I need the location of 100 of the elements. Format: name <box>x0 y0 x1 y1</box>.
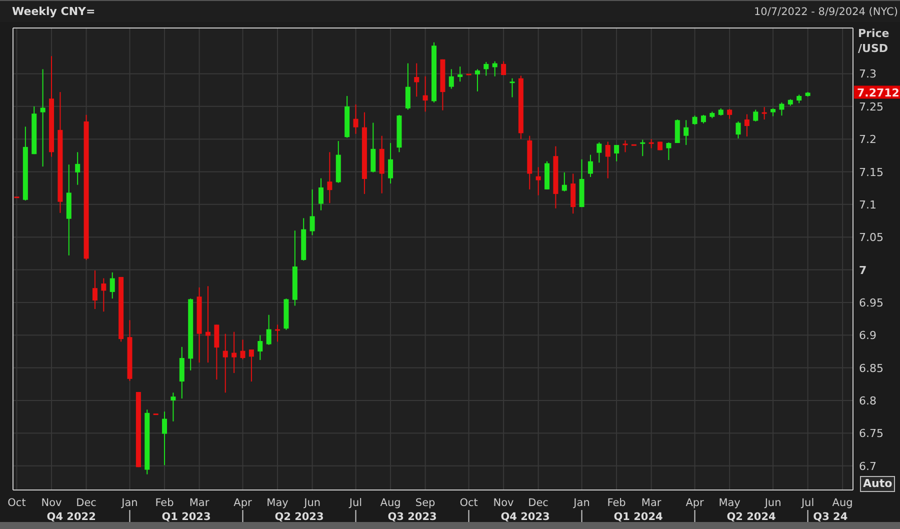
candlestick <box>258 334 263 360</box>
month-label: Mar <box>189 497 210 509</box>
month-label: Apr <box>234 497 252 509</box>
candlestick <box>405 62 410 110</box>
candlestick <box>440 58 446 111</box>
candlestick <box>448 68 454 90</box>
candlestick <box>353 104 358 134</box>
month-label: Nov <box>493 497 514 509</box>
candlestick <box>396 114 402 153</box>
axis-title: Price /USD <box>858 26 890 56</box>
candlestick <box>284 298 289 330</box>
candlestick <box>492 60 498 77</box>
candlestick <box>32 106 37 155</box>
quarter-label: Q1 2023 <box>162 511 211 522</box>
quarter-label: Q2 2023 <box>274 511 324 522</box>
candlestick <box>779 102 784 116</box>
candlestick <box>414 62 420 98</box>
month-label: Jan <box>122 497 138 509</box>
candlestick <box>579 158 584 208</box>
candlestick <box>327 152 332 204</box>
candlestick <box>674 118 680 144</box>
month-label: May <box>266 497 288 509</box>
candlestick <box>248 349 254 382</box>
candlestick <box>458 66 463 82</box>
candlestick <box>622 140 628 153</box>
candlestick <box>162 411 168 466</box>
candlestick <box>553 146 558 209</box>
month-label: Mar <box>641 497 662 509</box>
auto-scale-button[interactable]: Auto <box>860 476 896 492</box>
candlestick <box>631 144 636 146</box>
chart-title: Weekly CNY= <box>12 5 96 18</box>
candlestick <box>179 346 184 400</box>
month-label: Feb <box>155 497 174 509</box>
month-label: Aug <box>832 497 853 509</box>
axis-tick-label: 7.3 <box>859 68 876 81</box>
quarter-label: Q4 2022 <box>46 511 96 522</box>
candlestick <box>501 60 506 76</box>
quarter-label: Q4 2023 <box>500 511 550 522</box>
candlestick <box>736 120 741 139</box>
axis-tick-label: 7.1 <box>859 198 876 212</box>
candlestick <box>536 166 541 196</box>
candlestick <box>466 73 472 76</box>
candlestick <box>544 160 550 190</box>
candlestick <box>796 94 802 104</box>
candlestick <box>110 272 115 300</box>
candlestick <box>344 95 350 138</box>
quarter-label: Q1 2024 <box>614 511 663 522</box>
month-label: Jul <box>801 497 814 509</box>
month-label: Feb <box>607 497 626 509</box>
month-label: Sep <box>415 497 436 509</box>
candlestick <box>648 138 654 149</box>
month-label: Jul <box>349 497 362 509</box>
candlestick <box>310 188 315 236</box>
candlestick <box>92 270 98 310</box>
candlestick <box>118 276 124 342</box>
axis-tick-label: 6.8 <box>859 394 876 408</box>
month-label: Dec <box>528 497 548 509</box>
month-label: Jun <box>304 497 320 509</box>
candlestick <box>684 120 689 146</box>
candlestick <box>301 218 306 262</box>
quarter-label: Q3 2023 <box>388 511 437 522</box>
candlestick <box>570 173 576 214</box>
month-label: Apr <box>686 497 704 509</box>
candlestick <box>692 115 698 126</box>
candlestick <box>153 413 158 416</box>
scroll-bar[interactable] <box>0 522 900 529</box>
candlestick <box>432 42 436 103</box>
axis-tick-label: 6.95 <box>859 296 884 310</box>
month-label: Dec <box>76 497 96 509</box>
candlestick <box>788 98 793 106</box>
candlestick <box>422 76 428 112</box>
axis-tick-label: 6.7 <box>859 460 876 473</box>
candlestick <box>266 314 272 346</box>
candlestick <box>588 154 593 178</box>
candlestick <box>388 142 394 184</box>
candlestick <box>510 78 515 98</box>
candlestick <box>614 144 620 162</box>
candlestick <box>527 135 532 190</box>
candlestick <box>101 278 106 312</box>
candlestick <box>127 320 132 382</box>
axis-tick-label: 7.2 <box>859 133 876 146</box>
month-label: Jun <box>764 497 782 509</box>
candlestick <box>700 114 706 124</box>
month-label: Aug <box>380 497 401 509</box>
candlestick <box>222 333 228 394</box>
quarter-label: Q3 24 <box>813 511 848 522</box>
candlestick <box>370 122 376 173</box>
month-label: Nov <box>41 497 62 509</box>
axis-tick-label: 7.25 <box>859 100 884 114</box>
candlestick <box>640 139 646 157</box>
candlestick <box>379 135 384 194</box>
axis-tick-label: 6.9 <box>859 329 876 342</box>
candlestick <box>318 178 324 211</box>
candlestick <box>232 331 237 374</box>
candlestick <box>770 108 776 117</box>
candlestick <box>14 196 20 198</box>
date-range: 10/7/2022 - 8/9/2024 (NYC) <box>754 6 898 18</box>
axis-tick-label: 7 <box>859 264 867 277</box>
candlestick <box>805 92 810 98</box>
month-label: Jan <box>574 497 590 509</box>
